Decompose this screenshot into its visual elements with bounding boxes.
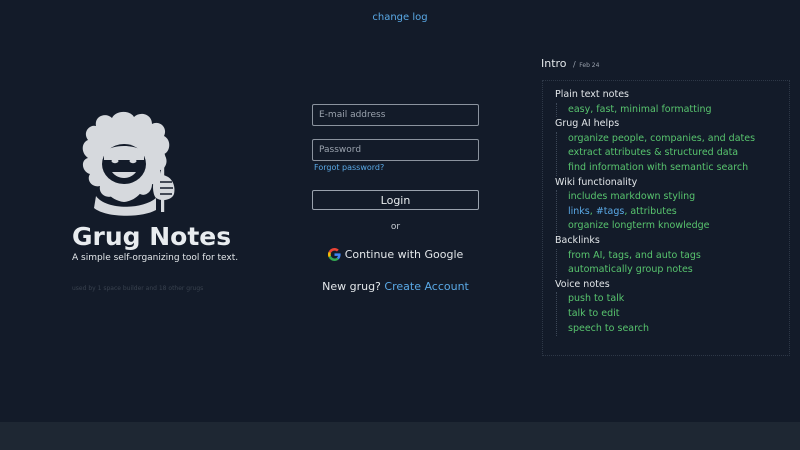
intro-item-links: links (568, 205, 590, 217)
forgot-password-link[interactable]: Forgot password? (314, 163, 384, 172)
intro-feature-list: Plain text notes easy, fast, minimal form… (555, 88, 785, 337)
intro-section-items: organize people, companies, and dates ext… (556, 131, 785, 176)
intro-title: Intro (541, 57, 567, 70)
intro-section-items: easy, fast, minimal formatting (556, 102, 785, 118)
intro-item: push to talk (568, 293, 625, 305)
create-account-link[interactable]: Create Account (384, 280, 468, 293)
continue-with-google-button[interactable]: Continue with Google (312, 245, 479, 263)
app-title: Grug Notes (72, 222, 232, 251)
intro-section-items: includes markdown styling links, #tags, a… (556, 190, 785, 234)
intro-section-items: push to talk talk to edit speech to search (556, 292, 785, 337)
new-account-row: New grug? Create Account (308, 280, 483, 293)
google-button-label: Continue with Google (344, 247, 464, 261)
intro-section-items: from AI, tags, and auto tags automaticall… (556, 248, 785, 278)
page: change log Grug Notes A simple self-orga… (0, 0, 800, 450)
intro-date: Feb 24 (579, 62, 600, 69)
intro-section-title: Plain text notes (555, 89, 629, 100)
or-divider: or (390, 222, 401, 232)
intro-item: talk to edit (568, 307, 620, 319)
login-button[interactable]: Login (312, 190, 479, 210)
intro-item: find information with semantic search (568, 161, 749, 173)
app-tagline: A simple self-organizing tool for text. (72, 253, 239, 263)
intro-section-title: Wiki functionality (555, 176, 638, 188)
intro-item: from AI, tags, and auto tags (568, 249, 701, 261)
usage-footnote: used by 1 space builder and 18 other gru… (72, 285, 204, 292)
password-input[interactable] (312, 139, 479, 161)
intro-separator: / (573, 60, 576, 69)
intro-item: speech to search (568, 322, 650, 334)
grug-caveman-logo-icon (82, 111, 175, 216)
email-input[interactable] (312, 104, 479, 126)
changelog-link[interactable]: change log (0, 12, 800, 23)
intro-item: extract attributes & structured data (568, 147, 739, 159)
intro-item: easy, fast, minimal formatting (568, 103, 712, 115)
new-grug-prompt: New grug? (322, 280, 381, 293)
intro-item-links-tags-attributes: links, #tags, attributes (568, 205, 785, 220)
intro-section-title: Grug AI helps (555, 118, 620, 130)
intro-item-tags: #tags (595, 205, 625, 217)
intro-section-title: Voice notes (555, 278, 610, 290)
intro-item: organize people, companies, and dates (568, 132, 756, 144)
intro-heading: Intro / Feb 24 (541, 57, 599, 70)
intro-item: includes markdown styling (568, 191, 696, 203)
intro-panel: Plain text notes easy, fast, minimal form… (542, 80, 790, 356)
intro-section-title: Backlinks (555, 234, 600, 246)
intro-item: organize longterm knowledge (568, 220, 710, 232)
footer-band (0, 422, 800, 450)
intro-item-attributes: attributes (630, 205, 677, 217)
intro-item: automatically group notes (568, 264, 693, 276)
google-logo-icon (327, 247, 341, 261)
